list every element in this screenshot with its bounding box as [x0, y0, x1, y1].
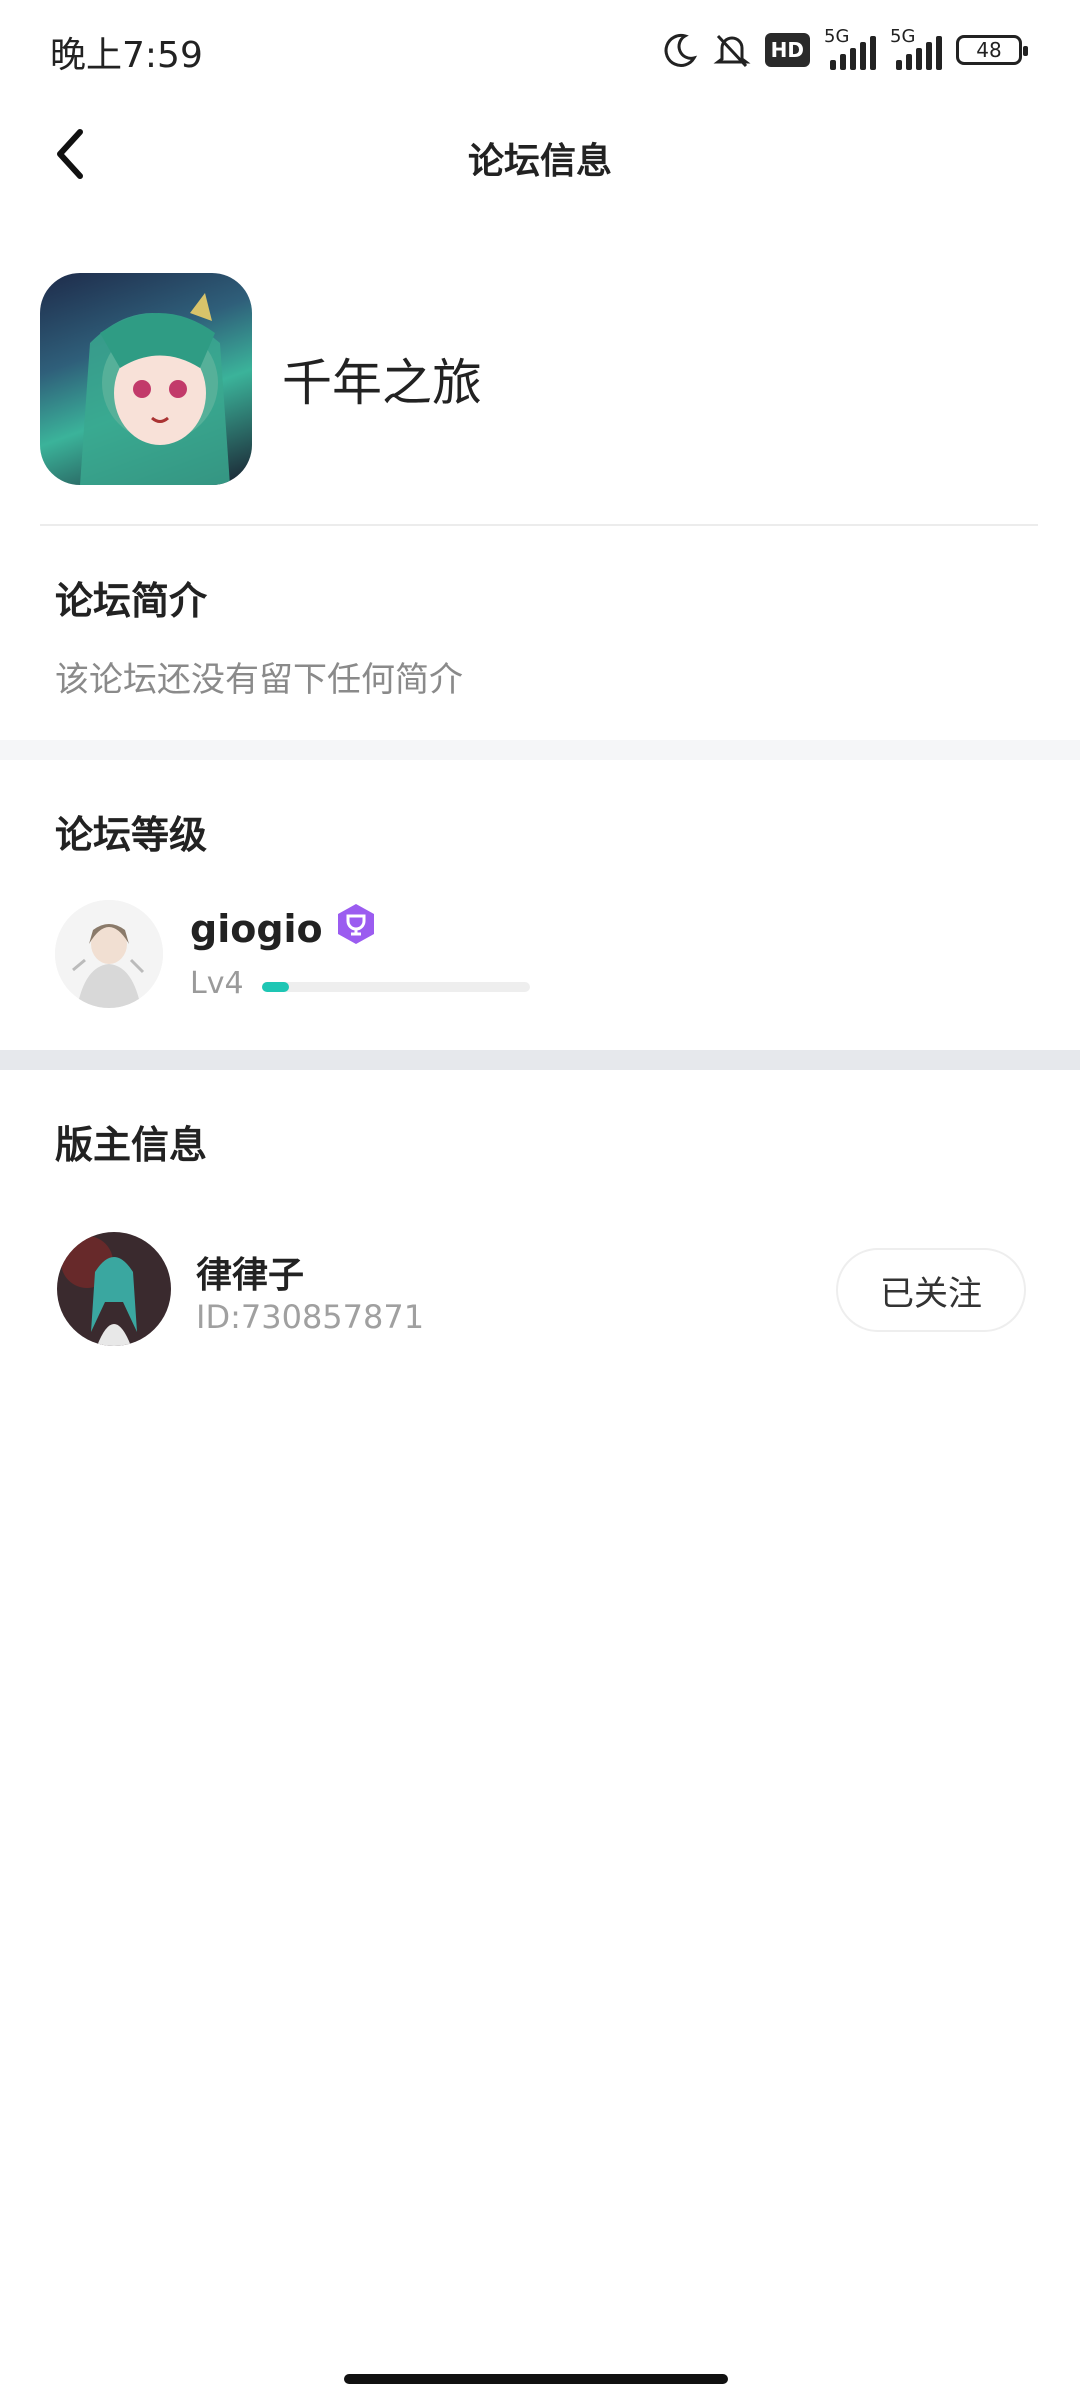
- moderator-id: ID:730857871: [196, 1298, 425, 1336]
- forum-avatar: [40, 273, 252, 485]
- status-time: 晚上7:59: [50, 35, 203, 76]
- moon-icon: [661, 31, 699, 69]
- trophy-badge-icon: [335, 903, 377, 954]
- forum-header: 千年之旅: [40, 272, 482, 486]
- level-username[interactable]: giogio: [190, 907, 323, 951]
- hd-icon: HD: [764, 33, 810, 67]
- bell-muted-icon: [713, 31, 751, 69]
- intro-title: 论坛简介: [55, 579, 208, 623]
- moderator-avatar[interactable]: [57, 1232, 171, 1346]
- forum-name: 千年之旅: [282, 354, 482, 412]
- signal-icon-1: 5G: [824, 26, 876, 70]
- page-title: 论坛信息: [467, 141, 612, 182]
- level-label: Lv4: [190, 966, 244, 1001]
- signal-icon-2: 5G: [890, 26, 942, 70]
- home-indicator[interactable]: [344, 2374, 728, 2384]
- divider: [40, 524, 1038, 526]
- battery-icon: 48: [956, 35, 1028, 65]
- follow-button[interactable]: 已关注: [836, 1248, 1026, 1332]
- level-username-row: giogio: [190, 903, 377, 954]
- moderator-name[interactable]: 律律子: [196, 1246, 304, 1298]
- intro-text: 该论坛还没有留下任何简介: [55, 660, 463, 700]
- section-separator: [0, 1050, 1080, 1070]
- level-user-avatar[interactable]: [55, 900, 163, 1008]
- level-progress-fill: [262, 982, 289, 992]
- forum-info-screen: 晚上7:59 HD 5G 5G 48 论坛信息 千年之旅 论坛简介 该论坛还没有…: [0, 0, 1080, 2401]
- level-title: 论坛等级: [55, 813, 208, 857]
- level-progress-bar: [262, 982, 530, 992]
- nav-header: 论坛信息: [0, 110, 1080, 200]
- status-bar: 晚上7:59 HD 5G 5G 48: [0, 0, 1080, 100]
- status-icons: HD 5G 5G 48: [661, 26, 1028, 72]
- moderator-title: 版主信息: [55, 1123, 208, 1167]
- section-separator: [0, 740, 1080, 760]
